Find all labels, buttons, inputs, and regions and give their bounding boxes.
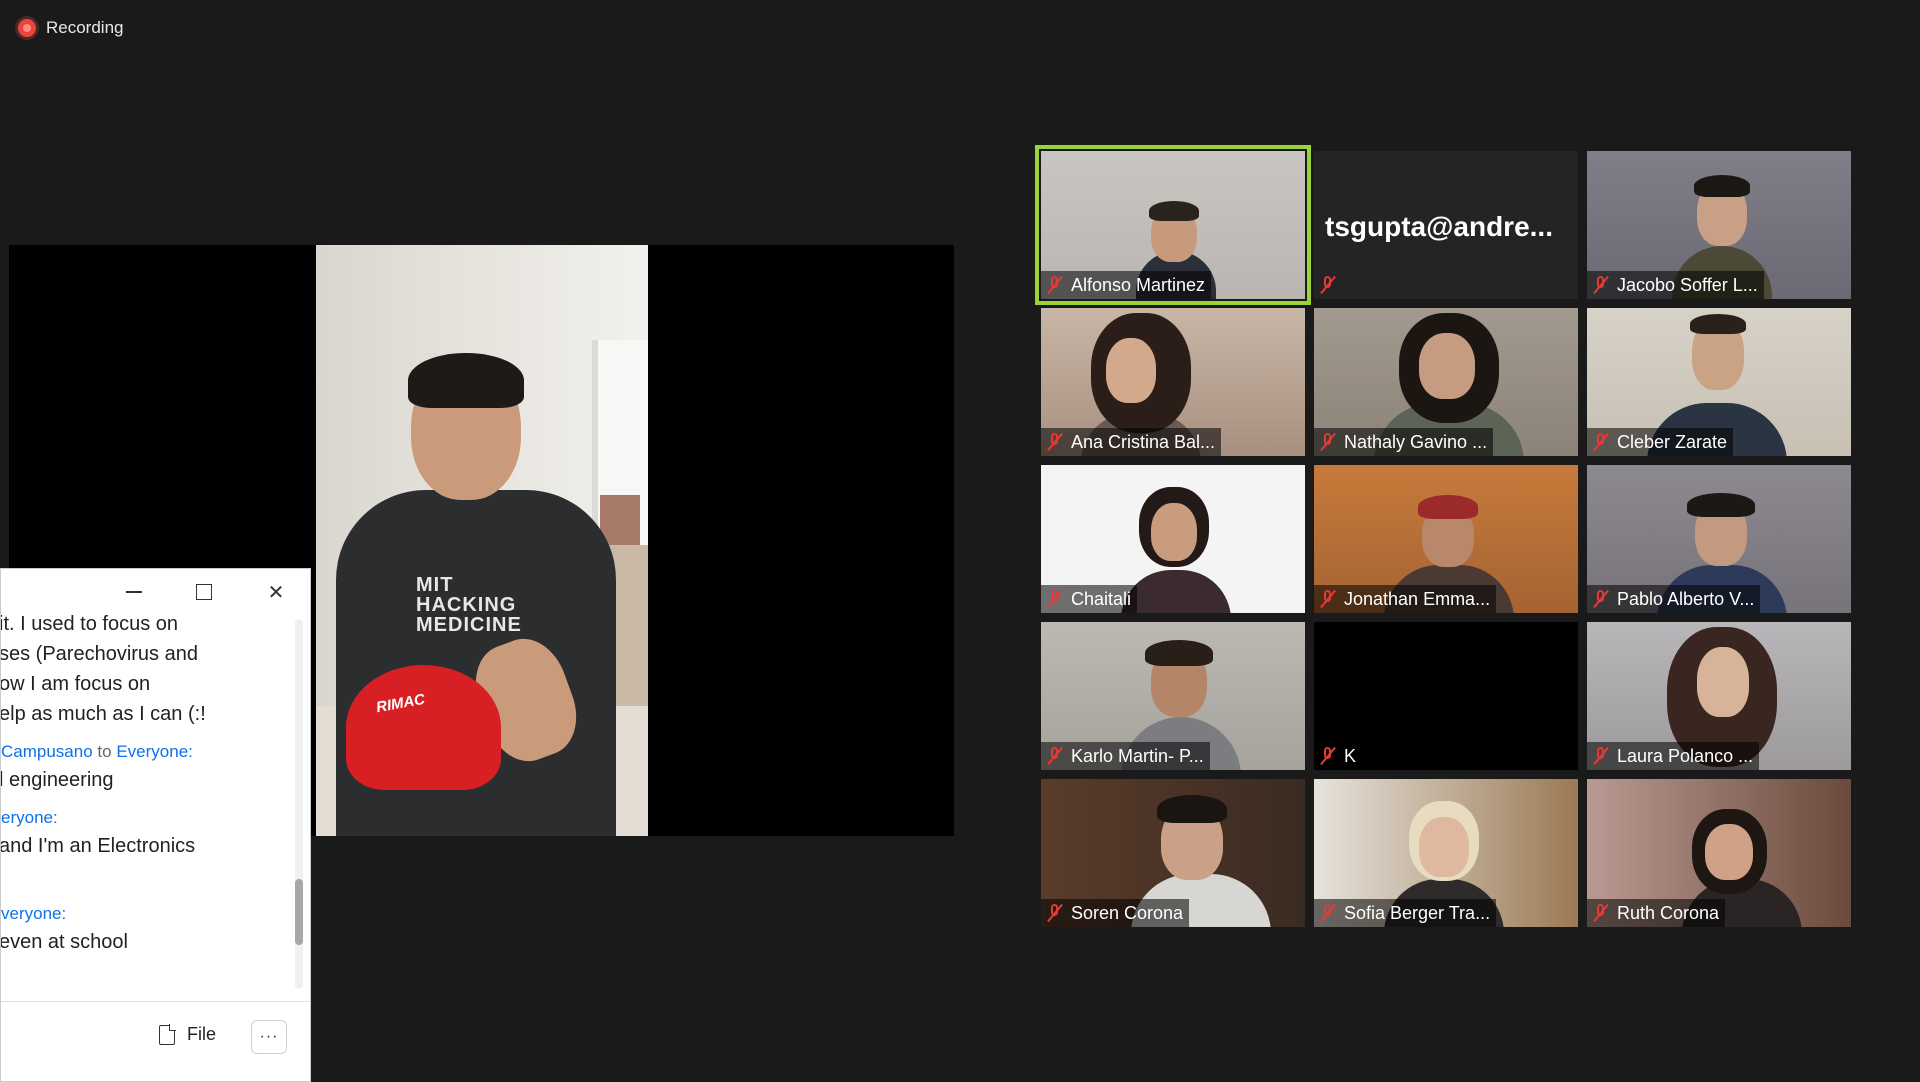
speaker-video: MIT HACKING MEDICINE RIMAC [316, 245, 648, 836]
close-button[interactable]: ✕ [261, 577, 291, 607]
mic-muted-icon [1318, 589, 1338, 609]
participant-nameplate: Pablo Alberto V... [1587, 585, 1761, 613]
mic-muted-icon [1045, 903, 1065, 923]
participant-name: Ana Cristina Bal... [1071, 431, 1216, 452]
participant-tile[interactable]: tsgupta@andre... [1314, 151, 1578, 299]
participant-nameplate: Karlo Martin- P... [1041, 742, 1210, 770]
participant-name: Karlo Martin- P... [1071, 745, 1204, 766]
recipient-name[interactable]: veryone: [1, 904, 66, 923]
participant-tile[interactable]: Sofia Berger Tra... [1314, 779, 1578, 927]
participant-tile[interactable]: Cleber Zarate [1587, 308, 1851, 456]
participant-nameplate: Nathaly Gavino ... [1314, 428, 1494, 456]
participant-name: Sofia Berger Tra... [1344, 902, 1491, 923]
close-icon: ✕ [267, 581, 285, 604]
participant-nameplate: Soren Corona [1041, 899, 1190, 927]
participant-gallery: Alfonso Martinez tsgupta@andre... Jacobo… [1035, 145, 1851, 929]
chat-line: even at school [1, 931, 128, 953]
participant-tile[interactable]: Jacobo Soffer L... [1587, 151, 1851, 299]
sender-to: to [97, 742, 112, 761]
chat-window: ✕ it. I used to focus on ses (Parechovir… [0, 568, 311, 1082]
mic-muted-icon [1045, 275, 1065, 295]
participant-nameplate: Laura Polanco ... [1587, 742, 1760, 770]
recipient-name[interactable]: eryone: [1, 808, 58, 827]
recording-label: Recording [46, 18, 124, 37]
participant-name: Cleber Zarate [1617, 431, 1728, 452]
minimize-icon [126, 591, 142, 593]
chat-scrollbar[interactable] [295, 619, 303, 989]
participant-tile[interactable]: K [1314, 622, 1578, 770]
participant-tile[interactable]: Karlo Martin- P... [1041, 622, 1305, 770]
participant-name: Soren Corona [1071, 902, 1184, 923]
participant-tile[interactable]: Chaitali [1041, 465, 1305, 613]
recording-dot-icon [18, 19, 36, 37]
participant-nameplate: Cleber Zarate [1587, 428, 1734, 456]
mic-muted-icon [1591, 275, 1611, 295]
more-options-button[interactable]: ··· [251, 1020, 287, 1054]
chat-sender: eryone: [1, 805, 291, 831]
participant-tile[interactable]: Pablo Alberto V... [1587, 465, 1851, 613]
chat-line: ses (Parechovirus and [1, 643, 198, 665]
participant-nameplate: Sofia Berger Tra... [1314, 899, 1497, 927]
chat-line: ow I am focus on [1, 673, 151, 695]
participant-name: Pablo Alberto V... [1617, 588, 1755, 609]
red-cap [346, 665, 501, 790]
recording-indicator[interactable]: Recording [18, 18, 124, 38]
participant-nameplate: Alfonso Martinez [1041, 271, 1212, 299]
mic-muted-icon [1591, 903, 1611, 923]
chat-line: it. I used to focus on [1, 613, 178, 635]
chat-footer: File ··· [1, 1001, 310, 1082]
participant-name: Jacobo Soffer L... [1617, 274, 1758, 295]
mic-muted-icon [1591, 432, 1611, 452]
shirt-logo: MIT HACKING MEDICINE [416, 574, 522, 636]
mic-muted-icon [1318, 275, 1338, 295]
file-button[interactable]: File [159, 1023, 217, 1045]
participant-tile[interactable]: Laura Polanco ... [1587, 622, 1851, 770]
participant-name: Chaitali [1071, 588, 1132, 609]
participant-tile[interactable]: Soren Corona [1041, 779, 1305, 927]
participant-tile[interactable]: Jonathan Emma... [1314, 465, 1578, 613]
mic-muted-icon [1318, 432, 1338, 452]
file-icon [159, 1023, 176, 1045]
file-label: File [187, 1024, 217, 1044]
chat-line: elp as much as I can (:! [1, 703, 206, 725]
maximize-icon [196, 584, 212, 600]
participant-nameplate [1314, 271, 1344, 299]
participant-nameplate: Ana Cristina Bal... [1041, 428, 1222, 456]
participant-nameplate: Ruth Corona [1587, 899, 1726, 927]
participant-nameplate: Jonathan Emma... [1314, 585, 1497, 613]
mic-muted-icon [1045, 432, 1065, 452]
participant-display-name: tsgupta@andre... [1325, 211, 1553, 242]
sender-name[interactable]: Campusano [1, 742, 93, 761]
participant-nameplate: Jacobo Soffer L... [1587, 271, 1764, 299]
participant-nameplate: Chaitali [1041, 585, 1138, 613]
mic-muted-icon [1045, 746, 1065, 766]
participant-name: Ruth Corona [1617, 902, 1720, 923]
participant-tile[interactable]: Ruth Corona [1587, 779, 1851, 927]
minimize-button[interactable] [119, 577, 149, 607]
participant-tile[interactable]: Alfonso Martinez [1035, 145, 1311, 305]
chat-line: and I'm an Electronics [1, 835, 196, 857]
chat-sender: veryone: [1, 901, 291, 927]
participant-name: Laura Polanco ... [1617, 745, 1754, 766]
mic-muted-icon [1045, 589, 1065, 609]
chat-line: l engineering [1, 769, 114, 791]
mic-muted-icon [1591, 589, 1611, 609]
chat-sender: Campusano to Everyone: [1, 739, 291, 765]
mic-muted-icon [1318, 903, 1338, 923]
mic-muted-icon [1318, 746, 1338, 766]
participant-name: K [1344, 745, 1357, 766]
chat-scroll-thumb[interactable] [295, 879, 303, 945]
participant-name: Alfonso Martinez [1071, 274, 1206, 295]
participant-tile[interactable]: Nathaly Gavino ... [1314, 308, 1578, 456]
recipient-name[interactable]: Everyone: [116, 742, 193, 761]
participant-nameplate: K [1314, 742, 1362, 770]
mic-muted-icon [1591, 746, 1611, 766]
participant-name: Jonathan Emma... [1344, 588, 1491, 609]
maximize-button[interactable] [189, 577, 219, 607]
participant-name: Nathaly Gavino ... [1344, 431, 1488, 452]
chat-messages: it. I used to focus on ses (Parechovirus… [1, 609, 291, 969]
participant-tile[interactable]: Ana Cristina Bal... [1041, 308, 1305, 456]
